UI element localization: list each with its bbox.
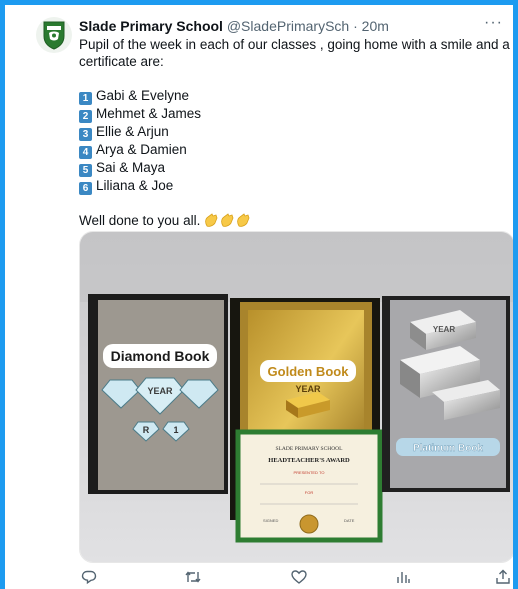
winner-names: Mehmet & James bbox=[96, 106, 202, 121]
like-icon[interactable] bbox=[289, 567, 309, 587]
keycap-3-icon: 3 bbox=[79, 128, 92, 141]
winner-item: 3 Ellie & Arjun bbox=[79, 123, 499, 141]
diamond-book-1: 1 bbox=[173, 425, 178, 435]
winner-names: Sai & Maya bbox=[96, 160, 166, 175]
certificate-date: DATE bbox=[344, 518, 355, 523]
diamond-book-year: YEAR bbox=[147, 386, 173, 396]
author-name[interactable]: Slade Primary School bbox=[79, 18, 223, 34]
keycap-4-icon: 4 bbox=[79, 146, 92, 159]
reply-icon[interactable] bbox=[79, 567, 99, 587]
diamond-book-title: Diamond Book bbox=[111, 348, 210, 364]
keycap-5-icon: 5 bbox=[79, 164, 92, 177]
keycap-6-icon: 6 bbox=[79, 182, 92, 195]
certificate-award: HEADTEACHER'S AWARD bbox=[268, 457, 350, 464]
platinum-book-badge: Platinum Book bbox=[413, 443, 483, 454]
author-handle[interactable]: @SladePrimarySch bbox=[227, 18, 349, 34]
golden-book-title: Golden Book bbox=[268, 364, 350, 379]
platinum-book-year: YEAR bbox=[433, 325, 455, 334]
intro-line-1: Pupil of the week in each of our classes… bbox=[79, 37, 510, 52]
winner-item: 4 Arya & Damien bbox=[79, 141, 499, 159]
closing-line: Well done to you all. bbox=[79, 212, 499, 229]
keycap-2-icon: 2 bbox=[79, 110, 92, 123]
tweet-actions bbox=[79, 567, 513, 587]
books-photo: Diamond Book YEAR R 1 Golden Book YEAR S… bbox=[80, 232, 513, 562]
winner-item: 1 Gabi & Evelyne bbox=[79, 87, 499, 105]
tweet-photo[interactable]: Diamond Book YEAR R 1 Golden Book YEAR S… bbox=[79, 231, 513, 563]
diamond-book-r: R bbox=[143, 425, 150, 435]
tweet-text: Pupil of the week in each of our classes… bbox=[79, 36, 510, 229]
avatar[interactable] bbox=[36, 17, 72, 53]
school-logo-icon bbox=[43, 21, 65, 50]
timestamp[interactable]: 20m bbox=[362, 18, 389, 34]
views-icon[interactable] bbox=[393, 567, 413, 587]
certificate-for: FOR bbox=[305, 490, 314, 495]
winner-item: 6 Liliana & Joe bbox=[79, 177, 499, 195]
winner-item: 5 Sai & Maya bbox=[79, 159, 499, 177]
winner-names: Gabi & Evelyne bbox=[96, 88, 190, 103]
tweet-card[interactable]: Slade Primary School @SladePrimarySch · … bbox=[5, 5, 513, 589]
certificate-school: SLADE PRIMARY SCHOOL bbox=[275, 446, 343, 452]
winner-names: Ellie & Arjun bbox=[96, 124, 169, 139]
certificate-signed: SIGNED bbox=[263, 518, 278, 523]
certificate-seal-icon bbox=[299, 514, 319, 534]
more-options-icon[interactable]: ··· bbox=[484, 14, 503, 32]
tweet-header: Slade Primary School @SladePrimarySch · … bbox=[79, 14, 503, 36]
winner-item: 2 Mehmet & James bbox=[79, 105, 499, 123]
closing-text: Well done to you all. bbox=[79, 213, 201, 228]
share-icon[interactable] bbox=[493, 567, 513, 587]
winner-names: Arya & Damien bbox=[96, 142, 187, 157]
certificate-presented: PRESENTED TO bbox=[294, 470, 325, 475]
keycap-1-icon: 1 bbox=[79, 92, 92, 105]
retweet-icon[interactable] bbox=[183, 567, 203, 587]
intro-line-2: certificate are: bbox=[79, 54, 164, 69]
separator-dot: · bbox=[353, 18, 358, 34]
winner-names: Liliana & Joe bbox=[96, 178, 174, 193]
clapping-hands-icon bbox=[204, 213, 252, 228]
